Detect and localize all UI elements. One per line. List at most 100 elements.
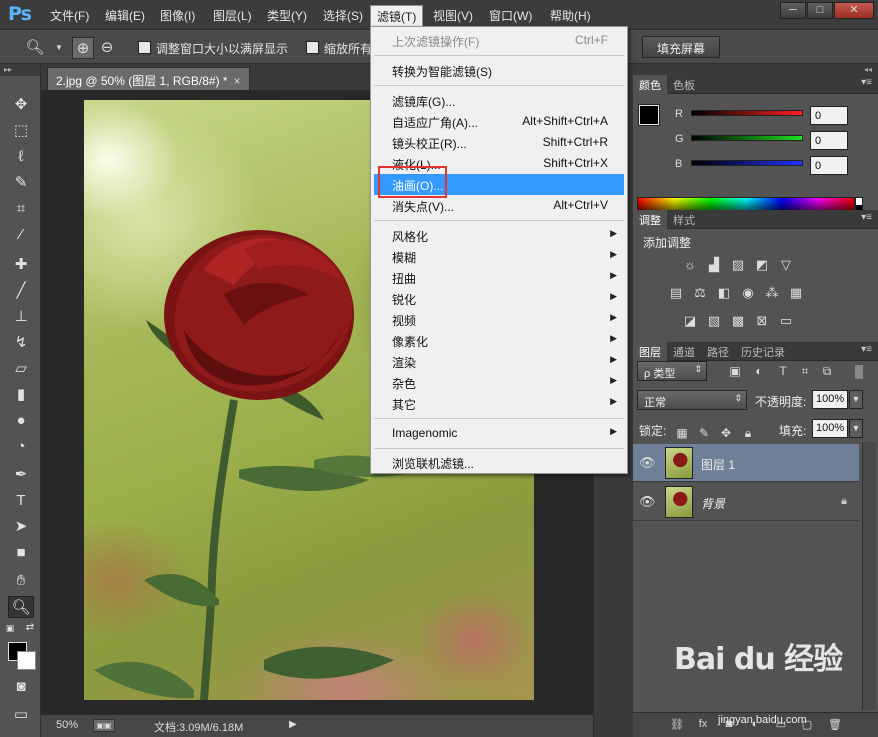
menu-view[interactable]: 视图(V) [433, 7, 473, 24]
maximize-button[interactable]: □ [807, 2, 833, 19]
eye-icon[interactable]: 👁︎ [639, 494, 656, 510]
filter-shape-icon[interactable]: ⌗ [797, 364, 813, 380]
dodge-tool-icon[interactable]: ◔ [8, 436, 34, 458]
color-balance-icon[interactable]: ⚖ [691, 284, 709, 302]
fill-dropdown-arrow-icon[interactable]: ▼ [849, 419, 863, 438]
layer-row-layer1[interactable]: 👁︎ 图层 1 [633, 444, 859, 482]
zoom-in-icon[interactable]: ⊕ [72, 37, 94, 59]
opacity-dropdown-arrow-icon[interactable]: ▼ [849, 390, 863, 409]
menu-file[interactable]: 文件(F) [50, 7, 89, 24]
marquee-tool-icon[interactable]: ⬚ [8, 120, 34, 142]
menu-type[interactable]: 类型(Y) [267, 7, 307, 24]
menu-filter[interactable]: 滤镜(T) [370, 5, 424, 27]
channel-b-input[interactable]: 0 [810, 156, 848, 175]
tab-color[interactable]: 颜色 [633, 75, 667, 94]
menu-item-stylize[interactable]: 风格化 ▶ [374, 225, 624, 246]
tab-swatches[interactable]: 色板 [667, 75, 701, 94]
close-tab-icon[interactable]: × [234, 74, 241, 88]
zoom-all-checkbox[interactable] [306, 41, 319, 54]
menu-item-last-filter[interactable]: 上次滤镜操作(F) Ctrl+F [374, 30, 624, 51]
gradient-map-icon[interactable]: ▭ [777, 312, 795, 330]
pen-tool-icon[interactable]: ✒ [8, 464, 34, 486]
stamp-tool-icon[interactable]: ⊥ [8, 306, 34, 328]
move-tool-icon[interactable]: ✥ [8, 94, 34, 116]
hand-tool-icon[interactable]: ✋︎ [8, 570, 34, 592]
selective-color-icon[interactable]: ⊠ [753, 312, 771, 330]
filter-adjustment-icon[interactable]: ◐ [751, 364, 767, 380]
panel-menu-icon[interactable]: ▾≡ [861, 344, 872, 355]
menu-item-imagenomic[interactable]: Imagenomic ▶ [374, 423, 624, 444]
chevron-down-icon[interactable]: ▼ [48, 37, 70, 59]
channel-g-slider[interactable] [691, 135, 803, 141]
filter-smart-object-icon[interactable]: ⧉ [819, 364, 835, 380]
eyedropper-tool-icon[interactable]: ⁄ [8, 224, 34, 246]
menu-image[interactable]: 图像(I) [160, 7, 195, 24]
eraser-tool-icon[interactable]: ▱ [8, 358, 34, 380]
opacity-input[interactable]: 100% [812, 390, 848, 409]
menu-item-browse-online-filters[interactable]: 浏览联机滤镜... [374, 452, 624, 473]
menu-item-filter-gallery[interactable]: 滤镜库(G)... [374, 90, 624, 111]
menu-help[interactable]: 帮助(H) [550, 7, 591, 24]
crop-tool-icon[interactable]: ⌗ [8, 198, 34, 220]
close-button[interactable]: ✕ [834, 2, 874, 19]
menu-item-distort[interactable]: 扭曲 ▶ [374, 267, 624, 288]
menu-item-convert-smart-filter[interactable]: 转换为智能滤镜(S) [374, 60, 624, 81]
zoom-tool-icon[interactable]: 🔍︎ [8, 596, 34, 618]
tools-grip[interactable]: ▸▸ [0, 64, 40, 76]
type-tool-icon[interactable]: T [8, 490, 34, 512]
blend-mode-select[interactable]: 正常 ⇕ [637, 390, 747, 410]
threshold-icon[interactable]: ▩ [729, 312, 747, 330]
channel-r-slider[interactable] [691, 110, 803, 116]
menu-item-vanishing-point[interactable]: 消失点(V)... Alt+Ctrl+V [374, 195, 624, 216]
screen-mode-icon[interactable]: ▭ [8, 704, 34, 726]
document-tab[interactable]: 2.jpg @ 50% (图层 1, RGB/8#) * × [47, 67, 250, 90]
menu-item-render[interactable]: 渲染 ▶ [374, 351, 624, 372]
fill-screen-button[interactable]: 填充屏幕 [642, 36, 721, 58]
resize-windows-checkbox[interactable] [138, 41, 151, 54]
menu-item-noise[interactable]: 杂色 ▶ [374, 372, 624, 393]
menu-select[interactable]: 选择(S) [323, 7, 363, 24]
menu-item-sharpen[interactable]: 锐化 ▶ [374, 288, 624, 309]
menu-item-video[interactable]: 视频 ▶ [374, 309, 624, 330]
channel-g-input[interactable]: 0 [810, 131, 848, 150]
fill-input[interactable]: 100% [812, 419, 848, 438]
zoom-out-icon[interactable]: ⊖ [96, 37, 118, 59]
tab-styles[interactable]: 样式 [667, 210, 701, 229]
invert-icon[interactable]: ◪ [681, 312, 699, 330]
filter-type-icon[interactable]: T [775, 364, 791, 380]
black-white-icon[interactable]: ◧ [715, 284, 733, 302]
layer-row-background[interactable]: 👁︎ 背景 🔒︎ [633, 483, 859, 521]
menu-item-other[interactable]: 其它 ▶ [374, 393, 624, 414]
tab-layers[interactable]: 图层 [633, 342, 667, 361]
quick-mask-icon[interactable]: ◙ [8, 676, 34, 698]
zoom-tool-preset-icon[interactable]: 🔍︎ [24, 37, 46, 59]
path-select-tool-icon[interactable]: ➤ [8, 516, 34, 538]
minimize-button[interactable]: ─ [780, 2, 806, 19]
curves-icon[interactable]: ▨ [729, 256, 747, 274]
photo-filter-icon[interactable]: ◉ [739, 284, 757, 302]
lock-pixels-icon[interactable]: ✎ [697, 426, 711, 440]
healing-brush-tool-icon[interactable]: ✚ [8, 254, 34, 276]
brush-tool-icon[interactable]: ╱ [8, 280, 34, 302]
filter-toggle-switch[interactable] [855, 365, 863, 379]
menu-layer[interactable]: 图层(L) [213, 7, 252, 24]
panels-grip[interactable]: ◂◂ [633, 64, 878, 75]
tab-adjustments[interactable]: 调整 [633, 210, 667, 229]
shape-tool-icon[interactable]: ■ [8, 542, 34, 564]
filter-pixel-icon[interactable]: ▣ [727, 364, 743, 380]
lock-all-icon[interactable]: 🔒︎ [741, 426, 755, 440]
status-zoom-value[interactable]: 50% [56, 719, 78, 731]
channel-r-input[interactable]: 0 [810, 106, 848, 125]
layer-filter-kind-select[interactable]: ρ 类型 ⇕ [637, 361, 707, 381]
lock-transparent-icon[interactable]: ▦ [675, 426, 689, 440]
levels-icon[interactable]: ▟ [705, 256, 723, 274]
status-menu-arrow-icon[interactable]: ▶ [289, 719, 297, 730]
swap-colors-icon[interactable]: ⇄ [24, 622, 36, 634]
lock-position-icon[interactable]: ✥ [719, 426, 733, 440]
posterize-icon[interactable]: ▧ [705, 312, 723, 330]
menu-window[interactable]: 窗口(W) [489, 7, 532, 24]
menu-item-lens-correction[interactable]: 镜头校正(R)... Shift+Ctrl+R [374, 132, 624, 153]
gradient-tool-icon[interactable]: ▮ [8, 384, 34, 406]
menu-item-adaptive-wide-angle[interactable]: 自适应广角(A)... Alt+Shift+Ctrl+A [374, 111, 624, 132]
hue-saturation-icon[interactable]: ▤ [667, 284, 685, 302]
